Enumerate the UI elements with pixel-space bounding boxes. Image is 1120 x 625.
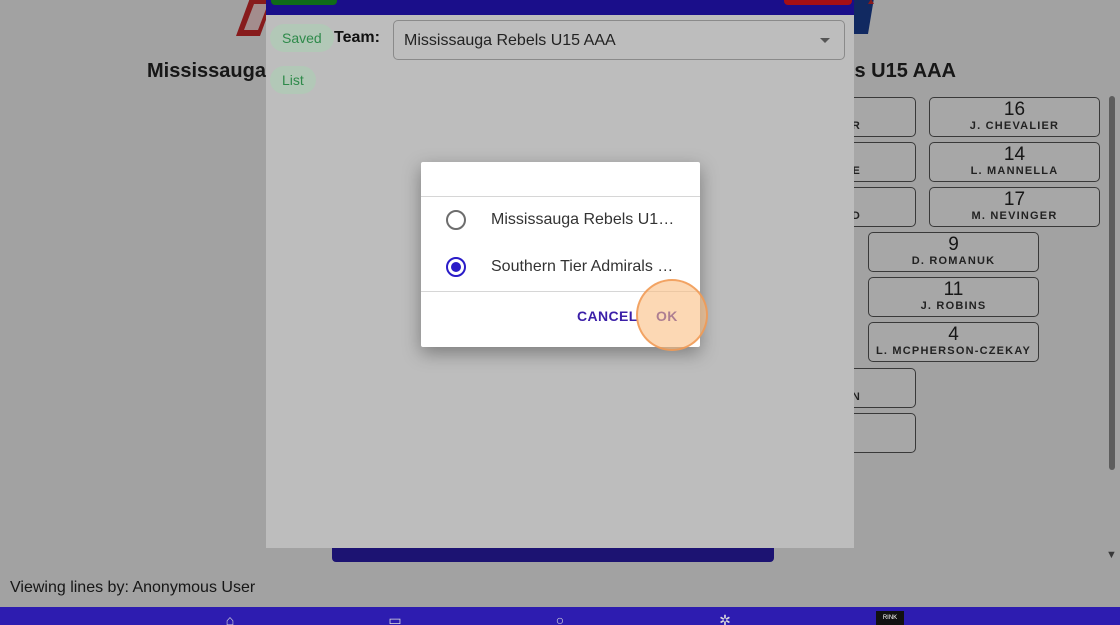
close-button[interactable] bbox=[784, 0, 852, 5]
panel-header-bar bbox=[266, 0, 854, 15]
ok-button[interactable]: OK bbox=[656, 308, 678, 324]
settings-icon[interactable]: ✲ bbox=[713, 613, 737, 625]
divider bbox=[421, 291, 700, 292]
folder-icon[interactable]: ▭ bbox=[383, 613, 407, 625]
option-label: Mississauga Rebels U15 AAA bbox=[491, 211, 675, 228]
list-chip[interactable]: List bbox=[270, 66, 316, 94]
team-select[interactable]: Mississauga Rebels U15 AAA bbox=[393, 20, 845, 60]
team-label: Team: bbox=[334, 29, 380, 46]
team-selection-dialog: Mississauga Rebels U15 AAA Southern Tier… bbox=[421, 162, 700, 347]
radio-selected-icon[interactable] bbox=[446, 257, 466, 277]
saved-chip[interactable]: Saved bbox=[270, 24, 334, 52]
team-select-value: Mississauga Rebels U15 AAA bbox=[404, 32, 616, 49]
chat-icon[interactable]: ○ bbox=[548, 613, 572, 625]
confirm-button[interactable] bbox=[271, 0, 337, 5]
option-label: Southern Tier Admirals U15 AAA bbox=[491, 258, 675, 275]
dialog-option-southern-tier[interactable]: Southern Tier Admirals U15 AAA bbox=[421, 244, 700, 290]
radio-unselected-icon[interactable] bbox=[446, 210, 466, 230]
dialog-option-mississauga[interactable]: Mississauga Rebels U15 AAA bbox=[421, 197, 700, 243]
cancel-button[interactable]: CANCEL bbox=[577, 308, 638, 324]
chevron-down-icon bbox=[820, 38, 830, 43]
app-logo-icon[interactable]: RINK bbox=[876, 611, 904, 625]
home-icon[interactable]: ⌂ bbox=[218, 613, 242, 625]
bottom-nav-bar: ⌂ ▭ ○ ✲ bbox=[0, 607, 1120, 625]
